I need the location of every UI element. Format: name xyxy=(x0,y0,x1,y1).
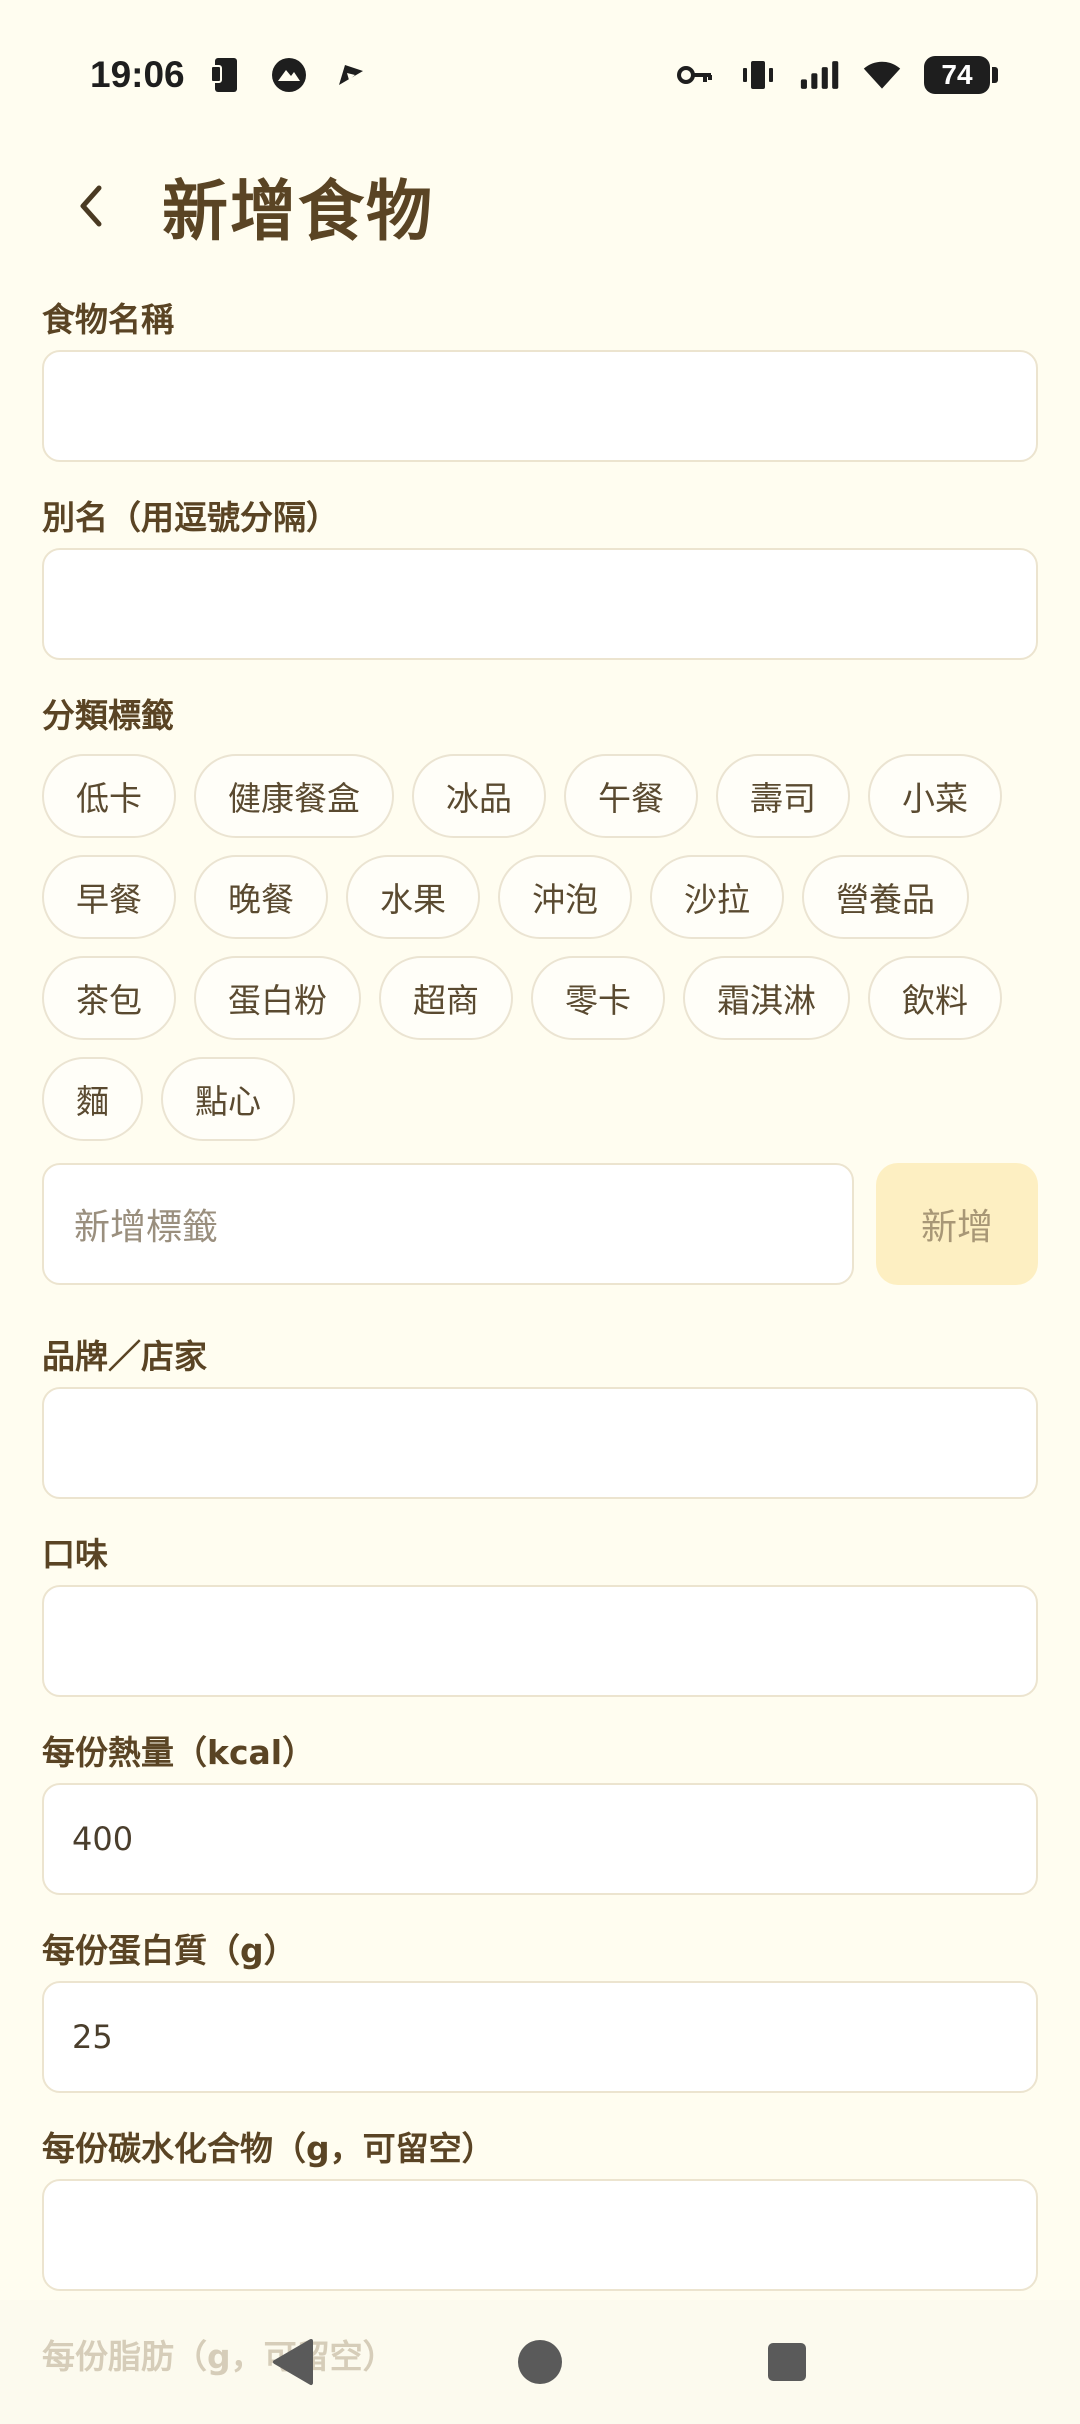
tag-chip[interactable]: 飲料 xyxy=(868,956,1002,1040)
tag-chip[interactable]: 午餐 xyxy=(564,754,698,838)
tags-label: 分類標籤 xyxy=(42,696,174,735)
nav-recents-button[interactable] xyxy=(757,2332,817,2392)
signal-icon xyxy=(800,55,840,95)
phone-screen-icon xyxy=(207,55,247,95)
status-left: 19:06 xyxy=(90,54,371,96)
add-tag-row: 新增標籤 新增 xyxy=(42,1163,1038,1285)
app-header: 新增食物 xyxy=(0,150,1080,262)
brand-input[interactable] xyxy=(42,1387,1038,1499)
brand-label: 品牌／店家 xyxy=(42,1337,207,1376)
tag-chip[interactable]: 蛋白粉 xyxy=(194,956,361,1040)
tag-chip[interactable]: 健康餐盒 xyxy=(194,754,394,838)
status-right: 74 xyxy=(676,55,998,95)
status-time: 19:06 xyxy=(90,54,185,95)
flavor-label: 口味 xyxy=(42,1535,108,1574)
tag-chip[interactable]: 低卡 xyxy=(42,754,176,838)
key-icon xyxy=(676,55,716,95)
tag-chip[interactable]: 小菜 xyxy=(868,754,1002,838)
alias-input[interactable] xyxy=(42,548,1038,660)
tag-chip[interactable]: 水果 xyxy=(346,855,480,939)
carbs-input[interactable] xyxy=(42,2179,1038,2291)
calories-input[interactable]: 400 xyxy=(42,1783,1038,1895)
triangle-back-icon xyxy=(273,2339,314,2385)
vibrate-icon xyxy=(738,55,778,95)
back-button[interactable] xyxy=(50,166,130,246)
protein-input[interactable]: 25 xyxy=(42,1981,1038,2093)
flavor-input[interactable] xyxy=(42,1585,1038,1697)
nav-home-button[interactable] xyxy=(510,2332,570,2392)
food-name-input[interactable] xyxy=(42,350,1038,462)
chevron-left-icon xyxy=(80,185,102,227)
status-bar: 19:06 74 xyxy=(0,0,1080,150)
protein-label: 每份蛋白質（g） xyxy=(42,1931,297,1970)
tag-chip[interactable]: 麵 xyxy=(42,1057,143,1141)
tag-chip[interactable]: 壽司 xyxy=(716,754,850,838)
tag-chip[interactable]: 點心 xyxy=(161,1057,295,1141)
tag-chip[interactable]: 沙拉 xyxy=(650,855,784,939)
mountain-app-icon xyxy=(269,55,309,95)
battery-indicator: 74 xyxy=(924,56,998,94)
tag-chip[interactable]: 冰品 xyxy=(412,754,546,838)
alias-label: 別名（用逗號分隔） xyxy=(42,498,339,537)
add-food-form: 食物名稱 別名（用逗號分隔） 分類標籤 低卡 健康餐盒 冰品 午餐 壽司 小菜 … xyxy=(42,290,1038,2291)
add-tag-button[interactable]: 新增 xyxy=(876,1163,1038,1285)
tag-chip[interactable]: 超商 xyxy=(379,956,513,1040)
wifi-icon xyxy=(862,55,902,95)
tag-chip[interactable]: 茶包 xyxy=(42,956,176,1040)
send-app-icon xyxy=(331,55,371,95)
tag-chip[interactable]: 沖泡 xyxy=(498,855,632,939)
new-tag-input[interactable]: 新增標籤 xyxy=(42,1163,854,1285)
tag-chip[interactable]: 零卡 xyxy=(531,956,665,1040)
square-recents-icon xyxy=(767,2343,806,2381)
tag-list: 低卡 健康餐盒 冰品 午餐 壽司 小菜 早餐 晚餐 水果 沖泡 沙拉 營養品 茶… xyxy=(42,754,1038,1141)
carbs-label: 每份碳水化合物（g，可留空） xyxy=(42,2129,495,2168)
page-title: 新增食物 xyxy=(162,173,434,250)
tag-chip[interactable]: 早餐 xyxy=(42,855,176,939)
tag-chip[interactable]: 營養品 xyxy=(802,855,969,939)
fat-label: 每份脂肪（g，可留空） xyxy=(42,2337,396,2376)
tag-chip[interactable]: 霜淇淋 xyxy=(683,956,850,1040)
calories-label: 每份熱量（kcal） xyxy=(42,1733,316,1772)
tag-chip[interactable]: 晚餐 xyxy=(194,855,328,939)
nav-back-button[interactable] xyxy=(263,2332,323,2392)
food-name-label: 食物名稱 xyxy=(42,300,174,339)
circle-home-icon xyxy=(517,2340,562,2384)
